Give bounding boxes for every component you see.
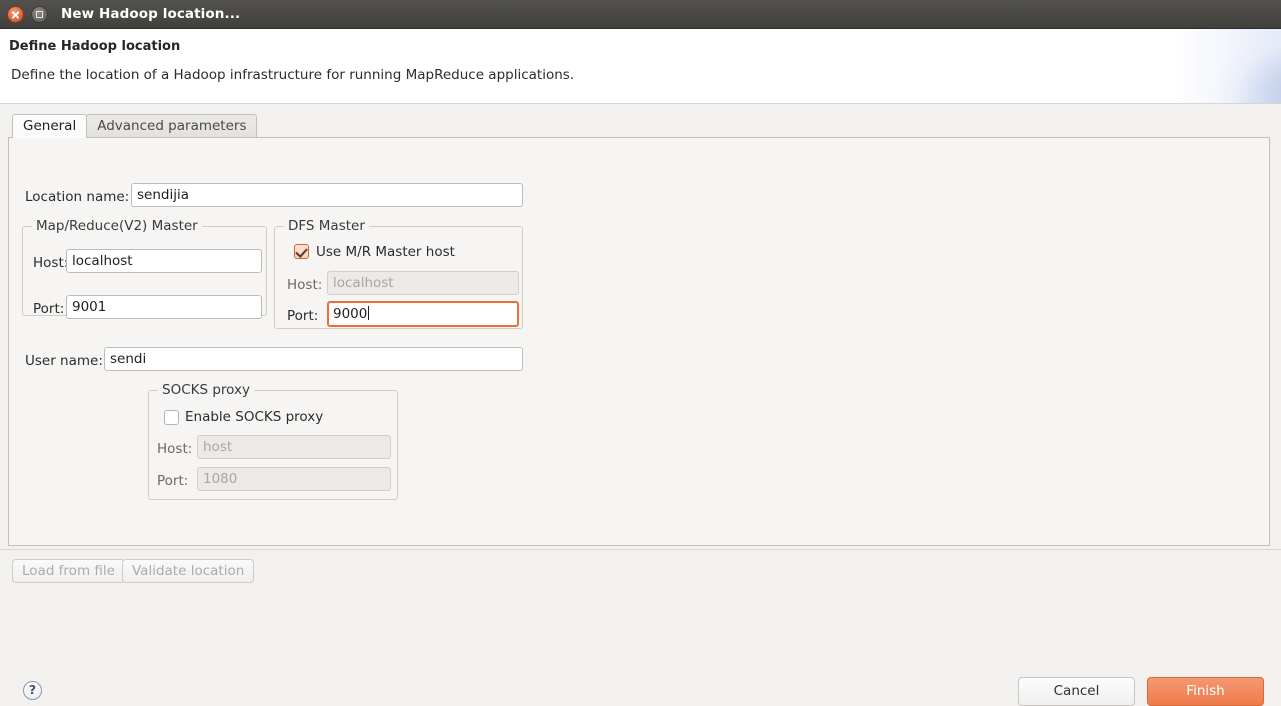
tab-strip: General Advanced parameters — [8, 114, 1270, 138]
dfs-host-input: localhost — [327, 271, 519, 295]
mr-port-input[interactable]: 9001 — [66, 295, 262, 319]
maximize-icon[interactable] — [31, 5, 48, 23]
dfs-port-input[interactable]: 9000 — [327, 301, 519, 327]
wizard-banner-image — [1131, 29, 1281, 103]
text-caret — [368, 306, 370, 320]
bottom-separator — [0, 549, 1281, 550]
page-title: Define Hadoop location — [9, 39, 181, 54]
tab-general[interactable]: General — [12, 114, 88, 138]
user-name-input[interactable]: sendi — [104, 347, 523, 371]
mapreduce-master-group-title: Map/Reduce(V2) Master — [32, 218, 202, 234]
close-icon[interactable] — [7, 5, 24, 23]
help-icon[interactable]: ? — [23, 681, 42, 700]
validate-location-button[interactable]: Validate location — [122, 559, 255, 583]
tab-folder: General Advanced parameters Location nam… — [8, 114, 1270, 546]
dfs-port-value: 9000 — [333, 306, 368, 322]
mr-host-input[interactable]: localhost — [66, 249, 262, 273]
page-description: Define the location of a Hadoop infrastr… — [11, 67, 575, 83]
socks-proxy-group-title: SOCKS proxy — [158, 382, 254, 398]
location-name-label: Location name: — [25, 189, 130, 205]
use-mr-master-host-label: Use M/R Master host — [316, 244, 455, 260]
window-titlebar: New Hadoop location... — [0, 0, 1281, 29]
dfs-master-group-title: DFS Master — [284, 218, 369, 234]
wizard-body: General Advanced parameters Location nam… — [0, 105, 1281, 702]
dfs-port-label: Port: — [287, 308, 319, 324]
user-name-label: User name: — [25, 353, 103, 369]
use-mr-master-host-checkbox[interactable] — [294, 244, 309, 259]
tab-panel-general: Location name: sendijia Map/Reduce(V2) M… — [8, 137, 1270, 546]
dfs-host-label: Host: — [287, 277, 323, 293]
mr-host-label: Host: — [33, 255, 69, 271]
tab-advanced-parameters[interactable]: Advanced parameters — [86, 114, 258, 137]
socks-port-input: 1080 — [197, 467, 391, 491]
window-title: New Hadoop location... — [61, 6, 241, 22]
socks-host-input: host — [197, 435, 391, 459]
socks-host-label: Host: — [157, 441, 193, 457]
location-name-input[interactable]: sendijia — [131, 183, 523, 207]
socks-port-label: Port: — [157, 473, 189, 489]
load-from-file-button[interactable]: Load from file — [12, 559, 125, 583]
enable-socks-proxy-label: Enable SOCKS proxy — [185, 409, 324, 425]
wizard-header: Define Hadoop location Define the locati… — [0, 29, 1281, 104]
enable-socks-proxy-checkbox[interactable] — [164, 410, 179, 425]
mr-port-label: Port: — [33, 301, 65, 317]
